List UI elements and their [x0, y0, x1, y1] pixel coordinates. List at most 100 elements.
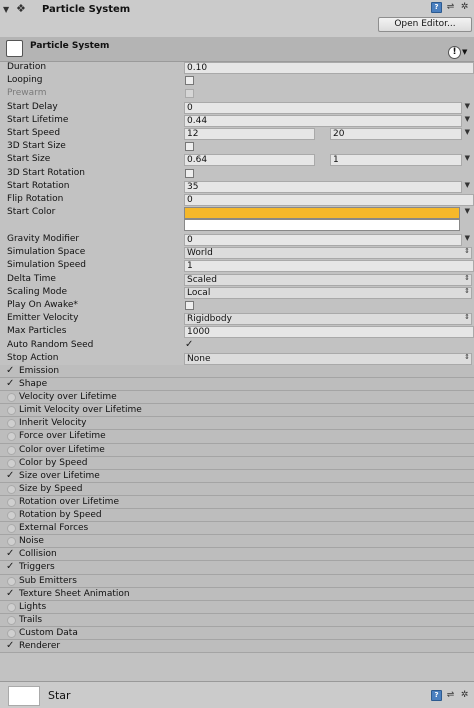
module-toggle[interactable] [7, 445, 16, 455]
scaling-mode-dropdown[interactable]: Local [184, 286, 472, 299]
start-color-max-swatch[interactable] [184, 219, 460, 232]
module-toggle[interactable] [7, 524, 16, 534]
particle-system-module-header[interactable]: Particle System ! ▼ [0, 37, 474, 62]
delta-time-dropdown[interactable]: Scaled [184, 273, 472, 286]
module-toggle[interactable] [7, 419, 16, 429]
checkmark-icon[interactable]: ✓ [6, 562, 15, 572]
start-color-min-swatch[interactable] [184, 207, 460, 220]
module-toggle[interactable] [7, 484, 16, 494]
play-on-awake-checkbox[interactable] [185, 301, 194, 310]
module-toggle[interactable] [7, 511, 16, 521]
module-row[interactable]: Force over Lifetime [0, 430, 474, 444]
start-delay-field[interactable]: 0 [184, 101, 462, 114]
module-row[interactable]: Sub Emitters [0, 574, 474, 588]
simulation-speed-field[interactable]: 1 [184, 260, 474, 273]
dropdown-arrows-icon[interactable]: ⇕ [464, 287, 470, 295]
chevron-down-icon[interactable]: ▼ [465, 128, 470, 136]
checkmark-icon[interactable]: ✓ [6, 366, 15, 376]
settings-icon[interactable]: ⇌ [445, 690, 456, 701]
module-row[interactable]: ✓ Texture Sheet Animation [0, 587, 474, 601]
module-row[interactable]: Velocity over Lifetime [0, 391, 474, 405]
add-module-icon[interactable]: ! [448, 46, 461, 59]
flip-rotation-field[interactable]: 0 [184, 193, 474, 206]
duration-field[interactable]: 0.10 [184, 62, 474, 74]
checkmark-icon[interactable]: ✓ [6, 470, 15, 480]
module-toggle[interactable] [7, 628, 16, 638]
gear-icon[interactable]: ✲ [459, 2, 470, 13]
module-row[interactable]: Lights [0, 600, 474, 614]
module-label: Particle System [30, 41, 110, 51]
checkmark-icon[interactable]: ✓ [6, 549, 15, 559]
dropdown-arrows-icon[interactable]: ⇕ [464, 247, 470, 255]
module-row[interactable]: Noise [0, 535, 474, 549]
open-editor-button[interactable]: Open Editor... [378, 17, 472, 32]
module-toggle[interactable] [7, 393, 16, 403]
module-toggle[interactable] [7, 497, 16, 507]
start-color-label: Start Color [7, 207, 56, 218]
chevron-down-icon[interactable]: ▼ [465, 115, 470, 123]
inspector-header: ▼ ❖ Particle System ? ⇌ ✲ Open Editor... [0, 0, 474, 38]
row-start-speed: Start Speed 12 20 ▼ [0, 127, 474, 140]
module-row[interactable]: Rotation over Lifetime [0, 495, 474, 510]
3d-start-size-checkbox[interactable] [185, 142, 194, 152]
module-row[interactable]: Color by Speed [0, 456, 474, 470]
module-row[interactable]: ✓ Triggers [0, 561, 474, 575]
module-row[interactable]: ✓ Collision [0, 548, 474, 562]
module-toggle[interactable] [7, 432, 16, 442]
start-speed-min-field[interactable]: 12 [184, 127, 315, 140]
module-row[interactable]: Limit Velocity over Lifetime [0, 404, 474, 418]
module-toggle[interactable] [7, 458, 16, 468]
settings-icon[interactable]: ⇌ [445, 2, 456, 13]
module-row[interactable]: Inherit Velocity [0, 417, 474, 431]
chevron-down-icon[interactable]: ▼ [465, 234, 470, 242]
checkmark-icon[interactable]: ✓ [6, 640, 15, 650]
module-toggle[interactable] [7, 576, 16, 586]
gravity-modifier-field[interactable]: 0 [184, 234, 462, 247]
max-particles-field[interactable]: 1000 [184, 326, 474, 339]
material-preview[interactable] [8, 686, 40, 706]
chevron-down-icon[interactable]: ▼ [465, 102, 470, 110]
stop-action-dropdown[interactable]: None [184, 352, 472, 365]
auto-random-seed-checkbox[interactable]: ✓ [185, 339, 193, 350]
start-rotation-field[interactable]: 35 [184, 180, 462, 193]
help-icon[interactable]: ? [431, 690, 442, 701]
module-label: Size by Speed [19, 483, 83, 494]
chevron-down-icon[interactable]: ▼ [465, 207, 470, 215]
fold-arrow-icon[interactable]: ▼ [3, 5, 9, 14]
chevron-down-icon[interactable]: ▼ [465, 154, 470, 162]
help-icon[interactable]: ? [431, 2, 442, 13]
module-toggle[interactable] [7, 615, 16, 625]
checkmark-icon[interactable]: ✓ [6, 588, 15, 598]
start-lifetime-field[interactable]: 0.44 [184, 114, 462, 127]
module-toggle[interactable] [7, 602, 16, 612]
chevron-down-icon[interactable]: ▼ [462, 48, 467, 56]
module-row[interactable]: ✓ Shape [0, 378, 474, 392]
looping-checkbox[interactable] [185, 76, 194, 86]
3d-start-rotation-checkbox[interactable] [185, 168, 194, 178]
checkmark-icon[interactable]: ✓ [6, 379, 15, 389]
start-size-max-field[interactable]: 1 [330, 154, 462, 167]
module-row[interactable]: External Forces [0, 522, 474, 536]
emitter-velocity-dropdown[interactable]: Rigidbody [184, 313, 472, 326]
module-row[interactable]: Color over Lifetime [0, 443, 474, 457]
module-row[interactable]: ✓ Emission [0, 365, 474, 379]
dropdown-arrows-icon[interactable]: ⇕ [464, 274, 470, 282]
start-speed-max-field[interactable]: 20 [330, 127, 462, 140]
module-row[interactable]: Rotation by Speed [0, 509, 474, 523]
prewarm-checkbox[interactable] [185, 89, 194, 99]
module-toggle[interactable] [7, 537, 16, 547]
chevron-down-icon[interactable]: ▼ [465, 181, 470, 189]
module-label: Shape [19, 379, 48, 390]
delta-time-label: Delta Time [7, 273, 56, 284]
start-size-min-field[interactable]: 0.64 [184, 154, 315, 167]
module-row[interactable]: Size by Speed [0, 482, 474, 496]
simulation-space-dropdown[interactable]: World [184, 247, 472, 260]
gear-icon[interactable]: ✲ [459, 690, 470, 701]
module-toggle[interactable] [7, 406, 16, 416]
module-row[interactable]: Trails [0, 613, 474, 627]
module-row[interactable]: ✓ Size over Lifetime [0, 469, 474, 483]
dropdown-arrows-icon[interactable]: ⇕ [464, 313, 470, 321]
module-row[interactable]: ✓ Renderer [0, 639, 474, 654]
dropdown-arrows-icon[interactable]: ⇕ [464, 353, 470, 361]
module-row[interactable]: Custom Data [0, 626, 474, 640]
